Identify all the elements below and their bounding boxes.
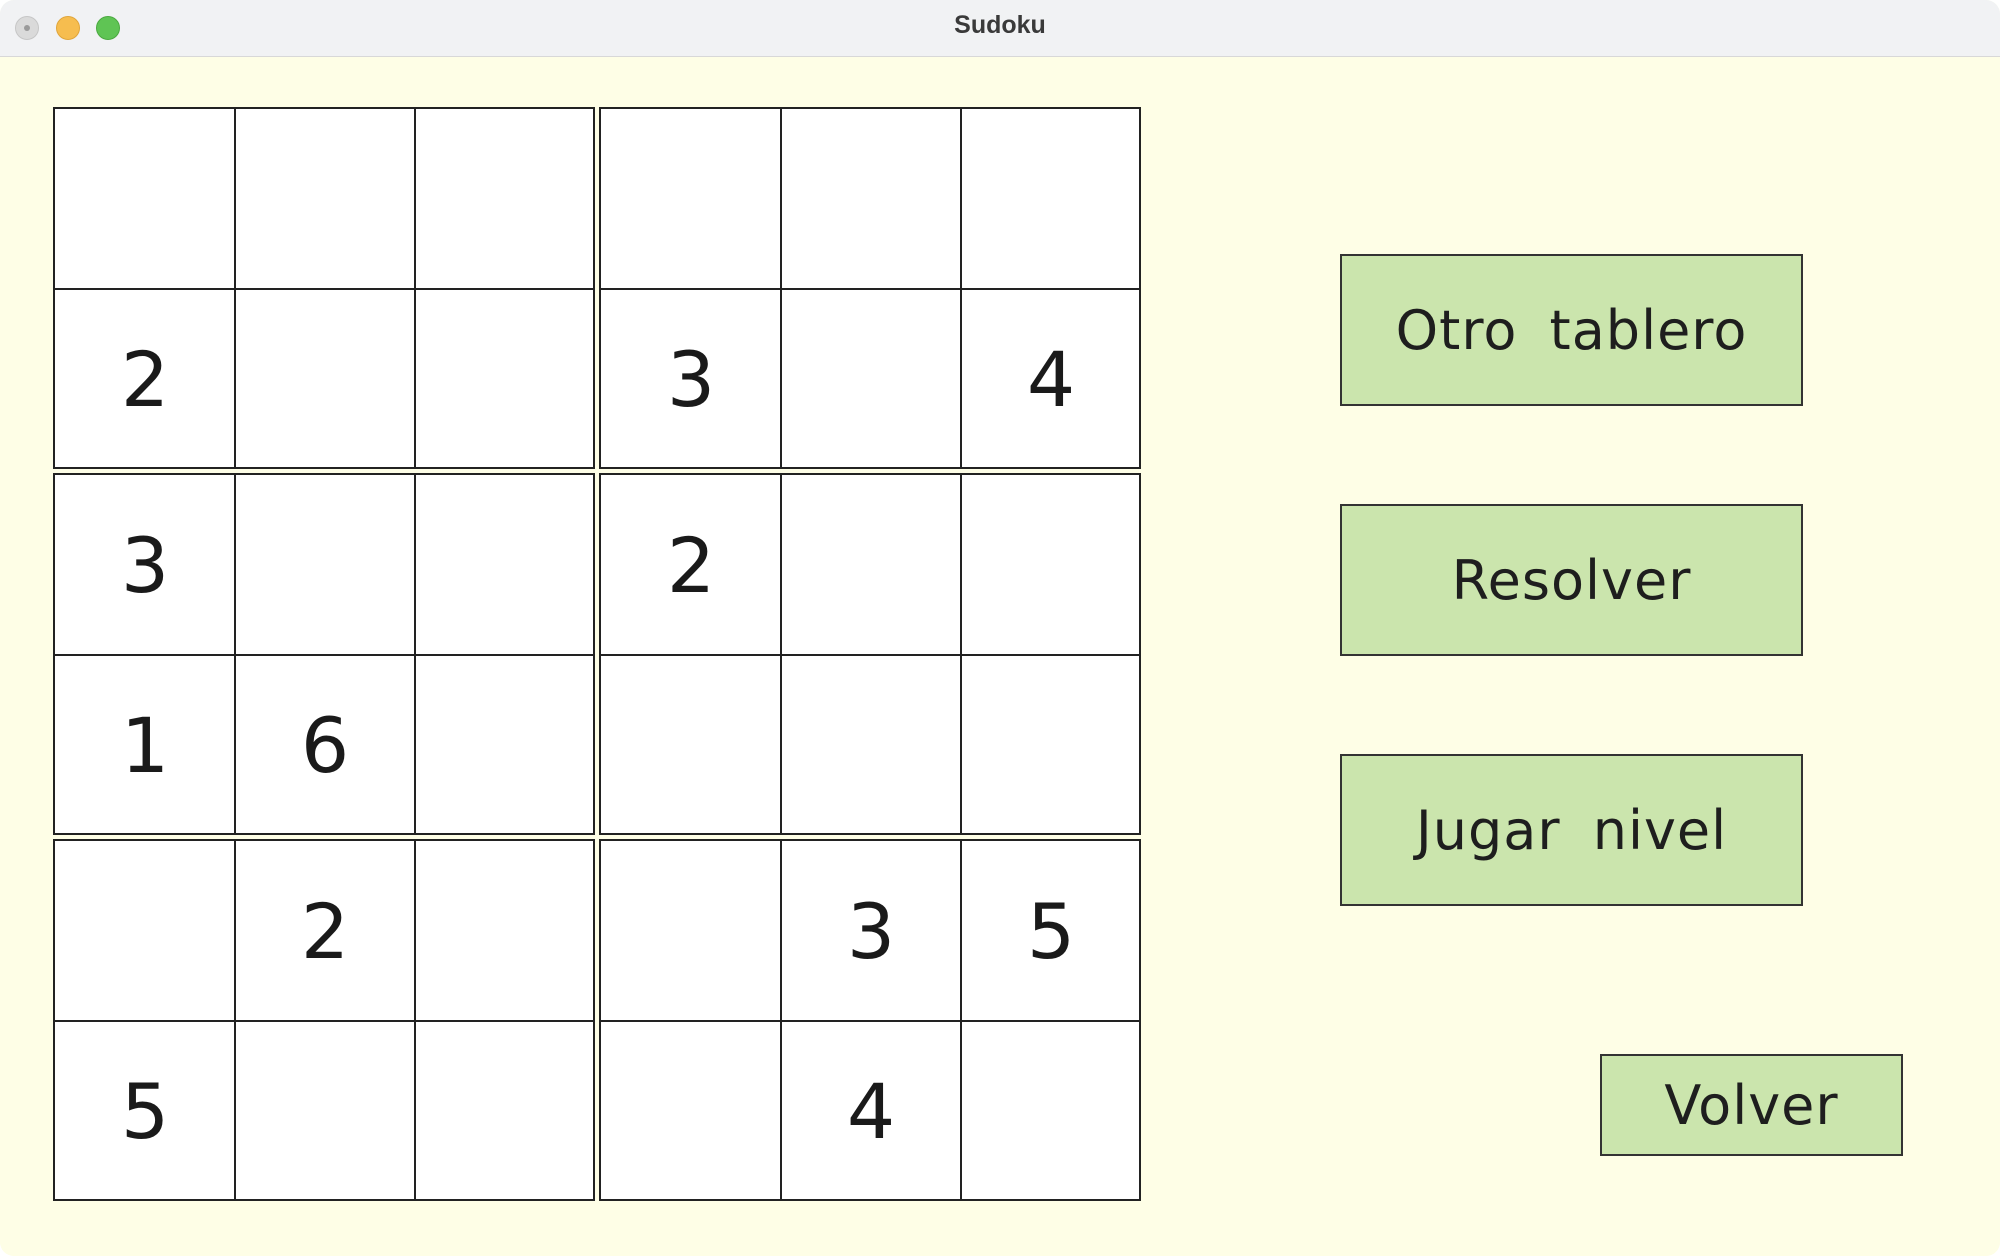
sudoku-cell[interactable] (961, 655, 1141, 835)
sudoku-cell[interactable]: 4 (781, 1021, 961, 1201)
sudoku-box: 25 (53, 839, 595, 1201)
sudoku-cell[interactable] (235, 289, 415, 469)
sudoku-cell[interactable]: 2 (235, 841, 415, 1021)
sudoku-cell[interactable] (601, 1021, 781, 1201)
sudoku-cell[interactable] (55, 109, 235, 289)
sudoku-cell[interactable] (415, 655, 595, 835)
sudoku-cell[interactable]: 6 (235, 655, 415, 835)
sudoku-cell[interactable]: 1 (55, 655, 235, 835)
app-window: Sudoku 234316225354 Otro tablero Resolve… (0, 0, 2000, 1256)
sudoku-cell[interactable]: 3 (781, 841, 961, 1021)
sudoku-cell[interactable] (601, 841, 781, 1021)
sudoku-cell[interactable] (55, 841, 235, 1021)
sudoku-cell[interactable] (415, 1021, 595, 1201)
main-content: 234316225354 Otro tablero Resolver Jugar… (0, 57, 2000, 1256)
new-board-button[interactable]: Otro tablero (1340, 254, 1803, 406)
sudoku-cell[interactable]: 2 (55, 289, 235, 469)
sudoku-cell[interactable] (601, 109, 781, 289)
sudoku-cell[interactable] (781, 655, 961, 835)
window-title: Sudoku (954, 11, 1046, 39)
sudoku-cell[interactable] (781, 475, 961, 655)
sudoku-cell[interactable] (415, 841, 595, 1021)
sudoku-cell[interactable] (781, 109, 961, 289)
title-bar: Sudoku (0, 0, 2000, 57)
sudoku-cell[interactable] (415, 109, 595, 289)
sudoku-cell[interactable]: 5 (961, 841, 1141, 1021)
sudoku-cell[interactable]: 2 (601, 475, 781, 655)
sudoku-cell[interactable]: 3 (601, 289, 781, 469)
sudoku-cell[interactable] (235, 109, 415, 289)
sudoku-cell[interactable] (601, 655, 781, 835)
sudoku-cell[interactable] (235, 475, 415, 655)
sudoku-cell[interactable]: 4 (961, 289, 1141, 469)
sudoku-cell[interactable] (415, 475, 595, 655)
sudoku-cell[interactable]: 5 (55, 1021, 235, 1201)
solve-button[interactable]: Resolver (1340, 504, 1803, 656)
sudoku-cell[interactable] (961, 1021, 1141, 1201)
play-level-button[interactable]: Jugar nivel (1340, 754, 1803, 906)
sudoku-box: 2 (53, 107, 595, 469)
back-button[interactable]: Volver (1600, 1054, 1903, 1156)
sudoku-cell[interactable] (961, 109, 1141, 289)
sudoku-box: 316 (53, 473, 595, 835)
sudoku-cell[interactable] (961, 475, 1141, 655)
sudoku-box: 34 (599, 107, 1141, 469)
sudoku-cell[interactable] (235, 1021, 415, 1201)
sudoku-box: 2 (599, 473, 1141, 835)
sudoku-cell[interactable]: 3 (55, 475, 235, 655)
sudoku-box: 354 (599, 839, 1141, 1201)
sudoku-cell[interactable] (415, 289, 595, 469)
sudoku-cell[interactable] (781, 289, 961, 469)
